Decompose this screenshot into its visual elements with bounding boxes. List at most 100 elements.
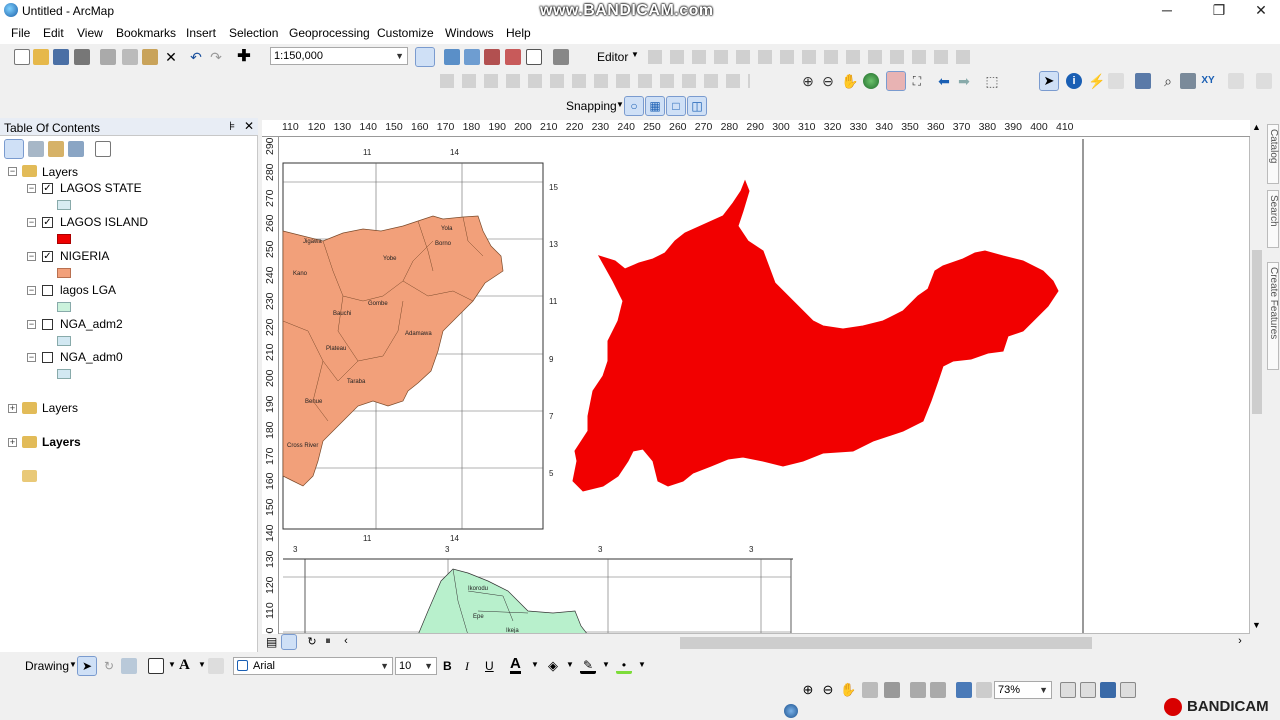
- legend-swatch[interactable]: [57, 200, 71, 210]
- full-extent-globe-icon[interactable]: [863, 73, 879, 89]
- vertical-scrollbar-thumb[interactable]: [1252, 250, 1262, 414]
- font-color-button[interactable]: A: [510, 656, 521, 674]
- rotate-icon[interactable]: ↻: [101, 658, 117, 674]
- redo-icon[interactable]: ↷: [208, 49, 224, 65]
- editor-toolbar-icon[interactable]: [415, 47, 435, 67]
- close-window-button[interactable]: ✕: [1238, 0, 1280, 22]
- find-binoculars-icon[interactable]: ⌕: [1160, 73, 1176, 89]
- model-builder-icon[interactable]: [553, 49, 569, 65]
- fixed-zoom-in-icon[interactable]: [886, 71, 906, 91]
- new-document-icon[interactable]: [14, 49, 30, 65]
- font-family-select[interactable]: Arial ▼: [233, 657, 393, 675]
- select-elements-icon[interactable]: ➤: [77, 656, 97, 676]
- forward-extent-icon[interactable]: ➡: [956, 73, 972, 89]
- underline-button[interactable]: U: [485, 659, 494, 673]
- python-window-icon[interactable]: [526, 49, 542, 65]
- focus-data-frame-icon[interactable]: [1080, 682, 1096, 698]
- collapse-toggle-icon[interactable]: −: [27, 353, 36, 362]
- delete-icon[interactable]: ✕: [163, 49, 179, 65]
- back-extent-icon[interactable]: ⬅: [936, 73, 952, 89]
- layout-view-icon[interactable]: [281, 634, 297, 650]
- legend-swatch[interactable]: [57, 302, 71, 312]
- go-forward-extent-icon[interactable]: [976, 682, 992, 698]
- point-snapping-icon[interactable]: ○: [624, 96, 644, 116]
- legend-swatch[interactable]: [57, 336, 71, 346]
- layer-nga-adm0[interactable]: NGA_adm0: [60, 350, 123, 364]
- menu-bookmarks[interactable]: Bookmarks: [116, 26, 176, 40]
- html-popup-icon[interactable]: [1108, 73, 1124, 89]
- catalog-window-icon[interactable]: [464, 49, 480, 65]
- menu-selection[interactable]: Selection: [229, 26, 278, 40]
- zoom-out-icon[interactable]: ⊖: [820, 73, 836, 89]
- undo-icon[interactable]: ↶: [188, 49, 204, 65]
- edit-vertices-icon[interactable]: [208, 658, 224, 674]
- zoom-in-icon[interactable]: ⊕: [800, 73, 816, 89]
- catalog-dock-tab[interactable]: Catalog: [1267, 124, 1279, 184]
- menu-help[interactable]: Help: [506, 26, 531, 40]
- paste-icon[interactable]: [142, 49, 158, 65]
- zoom-whole-page-icon[interactable]: [862, 682, 878, 698]
- go-to-xy-icon[interactable]: XY: [1200, 73, 1216, 89]
- save-icon[interactable]: [53, 49, 69, 65]
- scroll-up-icon[interactable]: ▲: [1252, 122, 1261, 132]
- menu-windows[interactable]: Windows: [445, 26, 494, 40]
- marker-color-icon[interactable]: •: [616, 658, 632, 674]
- layout-zoom-in-icon[interactable]: ⊕: [800, 682, 816, 698]
- pan-hand-icon[interactable]: ✋: [841, 73, 858, 89]
- layer-lagos-state[interactable]: LAGOS STATE: [60, 181, 142, 195]
- legend-swatch[interactable]: [57, 234, 71, 244]
- active-data-frame-label[interactable]: Layers: [42, 435, 81, 449]
- snapping-menu[interactable]: Snapping: [566, 99, 617, 113]
- edge-snapping-icon[interactable]: ◫: [687, 96, 707, 116]
- fixed-zoom-in-icon[interactable]: [910, 682, 926, 698]
- select-elements-icon[interactable]: ➤: [1039, 71, 1059, 91]
- layout-view[interactable]: 11 14 11 14 15 13 11 9 7 5 Yobe Borno Ka…: [262, 120, 1250, 634]
- toc-close-button[interactable]: ✕: [244, 119, 254, 133]
- line-color-icon[interactable]: ✎: [580, 658, 596, 674]
- refresh-icon[interactable]: ↻: [304, 635, 320, 651]
- layer-visibility-checkbox[interactable]: [42, 319, 53, 330]
- collapse-toggle-icon[interactable]: −: [27, 320, 36, 329]
- data-frame-label[interactable]: Layers: [42, 401, 78, 415]
- maximize-button[interactable]: ❐: [1196, 0, 1242, 22]
- font-size-select[interactable]: 10 ▼: [395, 657, 437, 675]
- expand-toggle-icon[interactable]: +: [8, 438, 17, 447]
- menu-edit[interactable]: Edit: [43, 26, 64, 40]
- bold-button[interactable]: B: [443, 659, 452, 673]
- data-frame-label[interactable]: Layers: [42, 165, 78, 179]
- options-icon[interactable]: [95, 141, 111, 157]
- layer-visibility-checkbox[interactable]: ✓: [42, 183, 53, 194]
- create-features-dock-tab[interactable]: Create Features: [1267, 262, 1279, 370]
- arctoolbox-icon[interactable]: [505, 49, 521, 65]
- menu-insert[interactable]: Insert: [186, 26, 216, 40]
- layout-pan-icon[interactable]: ✋: [840, 682, 856, 698]
- legend-swatch[interactable]: [57, 268, 71, 278]
- fill-color-icon[interactable]: ◈: [545, 658, 561, 674]
- scroll-left-icon[interactable]: ‹: [338, 635, 354, 651]
- cut-icon[interactable]: [100, 49, 116, 65]
- list-by-visibility-icon[interactable]: [48, 141, 64, 157]
- menu-geoprocessing[interactable]: Geoprocessing: [289, 26, 370, 40]
- vertex-snapping-icon[interactable]: □: [666, 96, 686, 116]
- hyperlink-icon[interactable]: ⚡: [1088, 73, 1105, 89]
- menu-customize[interactable]: Customize: [377, 26, 434, 40]
- copy-icon[interactable]: [122, 49, 138, 65]
- horizontal-scrollbar-thumb[interactable]: [680, 637, 1092, 649]
- end-snapping-icon[interactable]: ▦: [645, 96, 665, 116]
- legend-swatch[interactable]: [57, 369, 71, 379]
- search-window-icon[interactable]: [484, 49, 500, 65]
- collapse-toggle-icon[interactable]: −: [27, 252, 36, 261]
- text-tool-button[interactable]: A: [179, 657, 190, 674]
- italic-button[interactable]: I: [465, 659, 469, 674]
- list-by-drawing-order-icon[interactable]: [4, 139, 24, 159]
- list-by-selection-icon[interactable]: [68, 141, 84, 157]
- zoom-whole-page-icon[interactable]: [121, 658, 137, 674]
- toggle-draft-mode-icon[interactable]: [1060, 682, 1076, 698]
- layout-zoom-select[interactable]: 73% ▼: [994, 681, 1052, 699]
- layer-visibility-checkbox[interactable]: [42, 352, 53, 363]
- select-features-icon[interactable]: ⬚: [984, 73, 1000, 89]
- minimize-button[interactable]: ─: [1144, 0, 1190, 22]
- layer-nigeria[interactable]: NIGERIA: [60, 249, 109, 263]
- data-view-icon[interactable]: ▤: [266, 635, 282, 651]
- time-slider-icon[interactable]: [1228, 73, 1244, 89]
